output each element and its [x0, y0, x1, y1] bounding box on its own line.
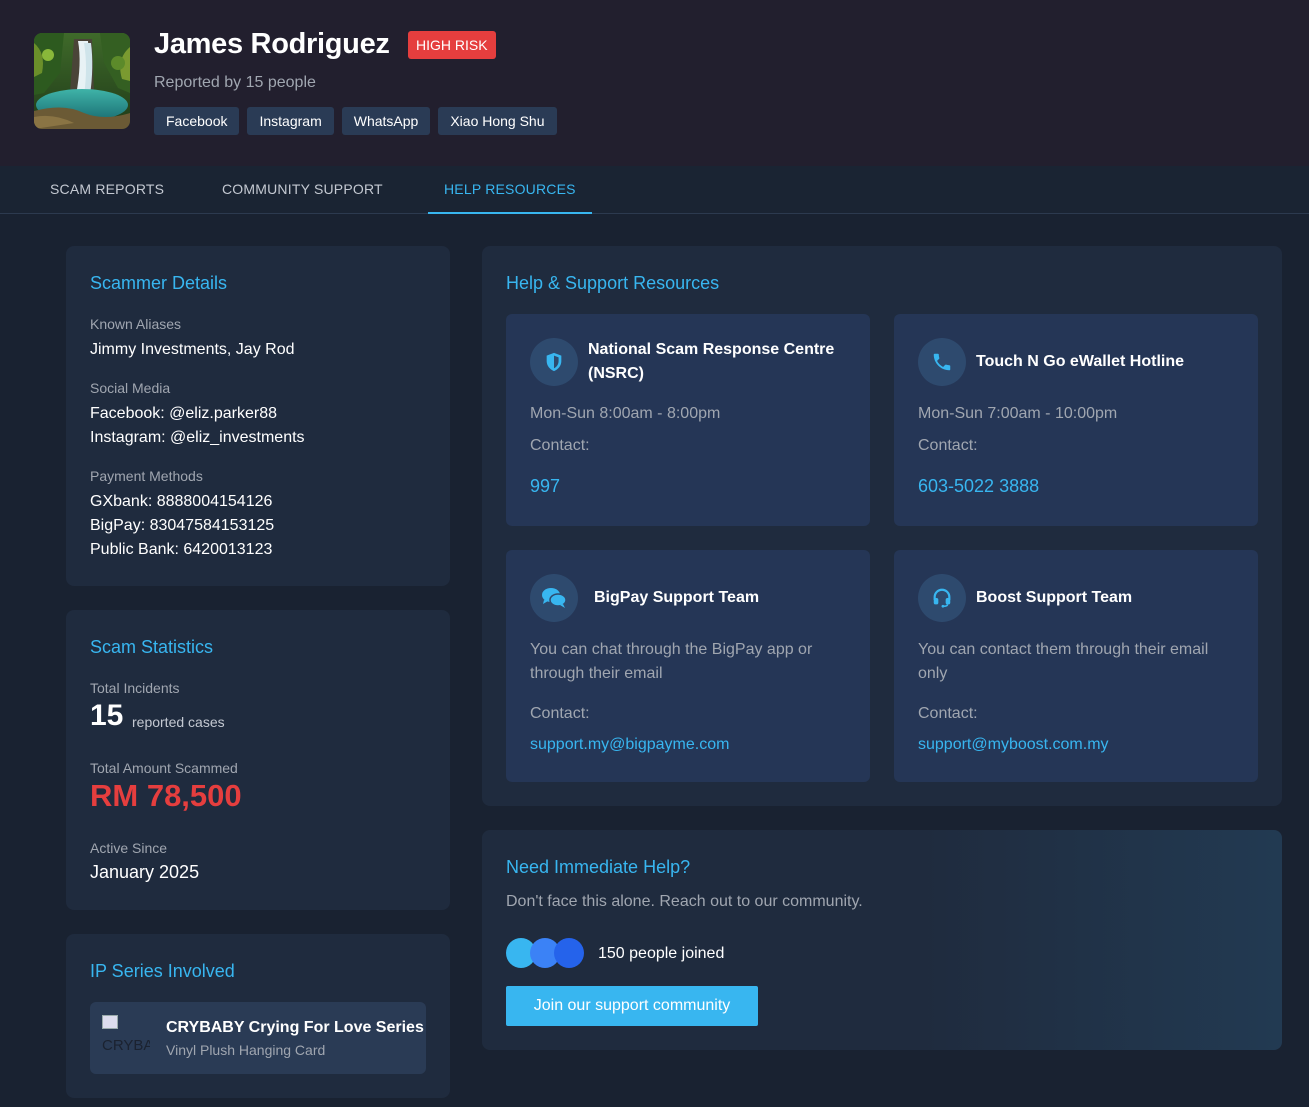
ip-item-name: CRYBABY Crying For Love Series — [166, 1019, 424, 1036]
payment-bigpay: BigPay: 83047584153125 — [90, 517, 275, 534]
card-title: Scam Statistics — [90, 637, 214, 657]
aliases-value: Jimmy Investments, Jay Rod — [90, 341, 295, 358]
card-title: Help & Support Resources — [506, 273, 720, 293]
amount-label: Total Amount Scammed — [90, 760, 238, 776]
phone-icon — [918, 338, 966, 386]
resource-title: BigPay Support Team — [594, 589, 760, 606]
resource-card-tng: Touch N Go eWallet Hotline Mon-Sun 7:00a… — [894, 314, 1258, 526]
ip-item-image: CRYBABY Crying — [102, 1015, 150, 1061]
tab-help-resources[interactable]: HELP RESOURCES — [428, 166, 592, 214]
resource-contact-bigpay[interactable]: support.my@bigpayme.com — [530, 736, 729, 754]
platform-tag-whatsapp[interactable]: WhatsApp — [341, 107, 431, 135]
resource-contact-tng[interactable]: 603-5022 3888 — [918, 476, 1039, 497]
avatar — [34, 33, 130, 129]
platform-tag-xiaohongshu[interactable]: Xiao Hong Shu — [438, 107, 557, 135]
tab-bar: SCAM REPORTS COMMUNITY SUPPORT HELP RESO… — [0, 166, 1309, 214]
joined-count: 150 people joined — [598, 945, 725, 962]
member-avatar — [554, 938, 584, 968]
social-media-label: Social Media — [90, 380, 171, 396]
resource-description: You can chat through the BigPay app or t… — [530, 641, 813, 682]
resource-contact-label: Contact: — [530, 705, 590, 722]
payment-gxbank: GXbank: 8888004154126 — [90, 493, 273, 510]
resource-hours: Mon-Sun 8:00am - 8:00pm — [530, 405, 721, 422]
incidents-label: Total Incidents — [90, 680, 180, 696]
resource-description: You can contact them through their email… — [918, 641, 1209, 682]
reported-count: Reported by 15 people — [154, 74, 316, 91]
card-title: IP Series Involved — [90, 961, 235, 981]
resource-contact-label: Contact: — [918, 437, 978, 454]
resource-contact-label: Contact: — [918, 705, 978, 722]
help-resources-card: Help & Support Resources National Scam R… — [482, 246, 1282, 806]
card-title: Need Immediate Help? — [506, 857, 691, 877]
active-since-label: Active Since — [90, 840, 168, 856]
immediate-help-subtitle: Don't face this alone. Reach out to our … — [506, 893, 863, 910]
waterfall-image — [34, 33, 130, 129]
shield-icon — [530, 338, 578, 386]
risk-badge: HIGH RISK — [408, 31, 496, 59]
aliases-label: Known Aliases — [90, 316, 182, 332]
tab-scam-reports[interactable]: SCAM REPORTS — [34, 166, 180, 214]
card-title: Scammer Details — [90, 273, 228, 293]
resource-contact-nsrc[interactable]: 997 — [530, 476, 560, 497]
resource-contact-label: Contact: — [530, 437, 590, 454]
join-community-button[interactable]: Join our support community — [506, 986, 758, 1026]
chat-icon — [530, 574, 578, 622]
tab-community-support[interactable]: COMMUNITY SUPPORT — [206, 166, 399, 214]
social-media-facebook: Facebook: @eliz.parker88 — [90, 405, 277, 422]
payment-methods-label: Payment Methods — [90, 468, 203, 484]
ip-item-image-alt: CRYBABY Crying — [102, 1037, 150, 1054]
incidents-value: 15 — [90, 699, 124, 732]
resource-title: Touch N Go eWallet Hotline — [976, 353, 1184, 370]
resource-contact-boost[interactable]: support@myboost.com.my — [918, 736, 1109, 754]
resource-hours: Mon-Sun 7:00am - 10:00pm — [918, 405, 1118, 422]
ip-series-item[interactable]: CRYBABY Crying CRYBABY Crying For Love S… — [90, 1002, 426, 1074]
member-avatars — [506, 938, 586, 968]
resource-title: Boost Support Team — [976, 589, 1133, 606]
resource-card-nsrc: National Scam Response Centre (NSRC) Mon… — [506, 314, 870, 526]
platform-tag-facebook[interactable]: Facebook — [154, 107, 240, 135]
broken-image-icon — [102, 1015, 118, 1029]
scam-statistics-card: Scam Statistics Total Incidents 15 repor… — [66, 610, 450, 910]
incidents-suffix: reported cases — [132, 714, 225, 730]
social-media-instagram: Instagram: @eliz_investments — [90, 429, 305, 446]
active-since-value: January 2025 — [90, 862, 200, 882]
resource-card-bigpay: BigPay Support Team You can chat through… — [506, 550, 870, 782]
resource-card-boost: Boost Support Team You can contact them … — [894, 550, 1258, 782]
platform-tags: Facebook Instagram WhatsApp Xiao Hong Sh… — [154, 107, 557, 135]
payment-publicbank: Public Bank: 6420013123 — [90, 541, 273, 558]
resource-title: National Scam Response Centre (NSRC) — [588, 341, 835, 382]
ip-series-card: IP Series Involved CRYBABY Crying CRYBAB… — [66, 934, 450, 1098]
scammer-name: James Rodriguez — [154, 28, 390, 60]
headset-icon — [918, 574, 966, 622]
profile-header: James Rodriguez HIGH RISK Reported by 15… — [0, 0, 1309, 166]
ip-item-subtitle: Vinyl Plush Hanging Card — [166, 1042, 326, 1058]
scammer-details-card: Scammer Details Known Aliases Jimmy Inve… — [66, 246, 450, 586]
amount-value: RM 78,500 — [90, 778, 242, 813]
platform-tag-instagram[interactable]: Instagram — [247, 107, 334, 135]
immediate-help-card: Need Immediate Help? Don't face this alo… — [482, 830, 1282, 1050]
